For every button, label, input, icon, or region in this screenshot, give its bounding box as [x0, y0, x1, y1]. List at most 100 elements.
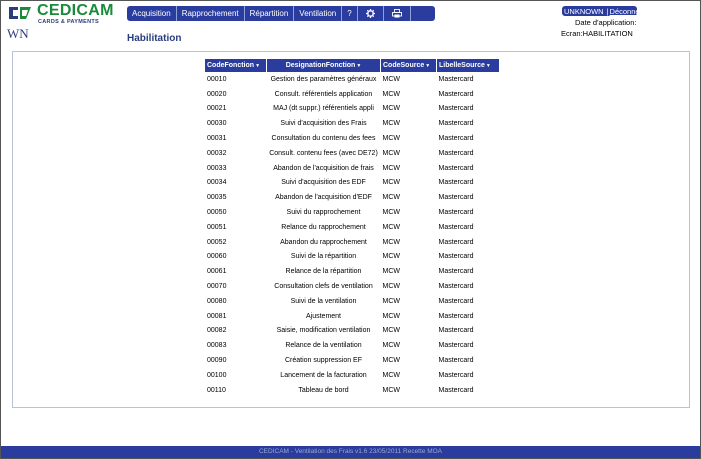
cell-codesource: MCW [382, 135, 401, 143]
table-row[interactable]: 00035 Abandon de l'acquisition d'EDF MCW Ma… [205, 190, 500, 205]
cell-libellesource: Mastercard [438, 238, 474, 246]
column-header-label: LibelleSource [439, 62, 485, 69]
cell-designationfonction: Saisie, modification ventilation [276, 327, 371, 335]
habilitation-table: CodeFonction▼ DesignationFonction▼ CodeS… [205, 59, 500, 398]
cell-designationfonction: Suivi de la ventilation [290, 297, 357, 305]
table-row[interactable]: 00080 Suivi de la ventilation MCW Mastercar… [205, 294, 500, 309]
menu-item-rapprochement[interactable]: Rapprochement [177, 6, 245, 21]
cell-designationfonction: Suivi de la répartition [290, 253, 357, 261]
cell-libellesource: Mastercard [438, 371, 474, 379]
cell-libellesource: Mastercard [438, 75, 474, 83]
cell-libellesource: Mastercard [438, 297, 474, 305]
page-title: Habilitation [127, 33, 182, 44]
sort-arrow-icon: ▼ [425, 63, 431, 69]
cell-codesource: MCW [382, 342, 401, 350]
cell-codesource: MCW [382, 386, 401, 394]
column-header-libellesource[interactable]: LibelleSource▼ [436, 59, 500, 72]
cell-codesource: MCW [382, 223, 401, 231]
cell-designationfonction: Suivi d'acquisition des EDF [281, 179, 366, 187]
table-row[interactable]: 00010 Gestion des paramètres généraux MCW M… [205, 72, 500, 87]
cell-designationfonction: Relance de la ventilation [285, 342, 362, 350]
menu-item-help[interactable]: ? [342, 6, 358, 21]
cell-libellesource: Mastercard [438, 164, 474, 172]
cell-designationfonction: Consult. référentiels application [274, 90, 373, 98]
cell-codesource: MCW [382, 371, 401, 379]
table-row[interactable]: 00082 Saisie, modification ventilation MCW… [205, 324, 500, 339]
cell-libellesource: Mastercard [438, 268, 474, 276]
table-row[interactable]: 00020 Consult. référentiels application MC… [205, 87, 500, 102]
content-panel: CodeFonction▼ DesignationFonction▼ CodeS… [12, 51, 690, 408]
table-row[interactable]: 00034 Suivi d'acquisition des EDF MCW Maste… [205, 176, 500, 191]
cell-codefonction: 00010 [207, 75, 227, 83]
screen-name-label: Ecran:HABILITATION [561, 29, 633, 38]
cell-libellesource: Mastercard [438, 209, 474, 217]
user-name: UNKNOWN [564, 6, 604, 16]
menu-item-ventilation[interactable]: Ventilation [294, 6, 343, 21]
cell-codefonction: 00100 [207, 371, 227, 379]
column-header-codesource[interactable]: CodeSource▼ [380, 59, 437, 72]
logo-tagline: CARDS & PAYMENTS [38, 19, 100, 25]
table-row[interactable]: 00061 Relance de la répartition MCW Masterc… [205, 264, 500, 279]
cell-codefonction: 00110 [207, 386, 226, 394]
cell-codefonction: 00061 [207, 268, 227, 276]
table-row[interactable]: 00051 Relance du rapprochement MCW Masterca… [205, 220, 500, 235]
logout-link[interactable]: Déconnexion [610, 7, 654, 16]
table-row[interactable]: 00083 Relance de la ventilation MCW Masterc… [205, 338, 500, 353]
column-header-label: CodeFonction [207, 62, 255, 69]
menu-item-repartition[interactable]: Répartition [245, 6, 295, 21]
table-row[interactable]: 00030 Suivi d'acquisition des Frais MCW Mas… [205, 116, 500, 131]
print-button[interactable] [384, 6, 411, 21]
cell-designationfonction: Relance du rapprochement [281, 223, 366, 231]
cell-libellesource: Mastercard [438, 135, 474, 143]
table-row[interactable]: 00070 Consultation clefs de ventilation MC… [205, 279, 500, 294]
table-row[interactable]: 00060 Suivi de la répartition MCW Mastercar… [205, 250, 500, 265]
menu-item-acquisition[interactable]: Acquisition [127, 6, 177, 21]
table-row[interactable]: 00031 Consultation du contenu des fees MCW… [205, 131, 500, 146]
cell-libellesource: Mastercard [438, 283, 474, 291]
cell-codesource: MCW [382, 327, 401, 335]
table-row[interactable]: 00052 Abandon du rapprochement MCW Masterca… [205, 235, 500, 250]
table-row[interactable]: 00110 Tableau de bord MCW Mastercard [205, 383, 500, 398]
cell-designationfonction: Abandon de l'acquisition de frais [273, 164, 374, 172]
cell-codesource: MCW [382, 209, 401, 217]
cell-codefonction: 00020 [207, 90, 227, 98]
cell-codefonction: 00032 [207, 149, 227, 157]
cell-codefonction: 00090 [207, 357, 227, 365]
cell-codesource: MCW [382, 149, 401, 157]
cell-libellesource: Mastercard [438, 357, 474, 365]
table-row[interactable]: 00090 Création suppression EF MCW Mastercar… [205, 353, 500, 368]
table-row[interactable]: 00081 Ajustement MCW Mastercard [205, 309, 500, 324]
cell-designationfonction: Création suppression EF [284, 357, 363, 365]
cell-codesource: MCW [382, 75, 401, 83]
table-header-row: CodeFonction▼ DesignationFonction▼ CodeS… [205, 59, 500, 72]
table-row[interactable]: 00100 Lancement de la facturation MCW Maste… [205, 368, 500, 383]
main-menu: Acquisition Rapprochement Répartition Ve… [127, 6, 435, 21]
cell-codefonction: 00021 [207, 105, 227, 113]
cell-designationfonction: Abandon du rapprochement [280, 238, 367, 246]
sort-arrow-icon: ▼ [255, 63, 261, 69]
cell-designationfonction: Abandon de l'acquisition d'EDF [275, 194, 372, 202]
cell-codesource: MCW [382, 194, 401, 202]
column-header-label: DesignationFonction [285, 62, 356, 69]
table-row[interactable]: 00033 Abandon de l'acquisition de frais MC… [205, 161, 500, 176]
cedicam-logo-mark-icon [6, 4, 34, 22]
cell-designationfonction: Relance de la répartition [285, 268, 362, 276]
cell-codefonction: 00050 [207, 209, 227, 217]
cell-designationfonction: Ajustement [305, 312, 342, 320]
cell-libellesource: Mastercard [438, 312, 474, 320]
table-row[interactable]: 00032 Consult. contenu fees (avec DE72) MC… [205, 146, 500, 161]
cell-codesource: MCW [382, 164, 401, 172]
column-header-designationfonction[interactable]: DesignationFonction▼ [266, 59, 381, 72]
cell-designationfonction: Consult. contenu fees (avec DE72) [269, 149, 378, 157]
cell-designationfonction: Consultation clefs de ventilation [274, 283, 373, 291]
column-header-codefonction[interactable]: CodeFonction▼ [205, 59, 267, 72]
cell-codesource: MCW [382, 297, 401, 305]
cell-codesource: MCW [382, 120, 401, 128]
cedicam-logo: CEDICAM CARDS & PAYMENTS [6, 2, 124, 25]
table-row[interactable]: 00050 Suivi du rapprochement MCW Mastercard [205, 205, 500, 220]
table-row[interactable]: 00021 MAJ (dt suppr.) référentiels appli M… [205, 102, 500, 117]
cell-codefonction: 00060 [207, 253, 227, 261]
cell-codesource: MCW [382, 105, 401, 113]
settings-button[interactable] [358, 6, 384, 21]
cell-libellesource: Mastercard [438, 179, 474, 187]
